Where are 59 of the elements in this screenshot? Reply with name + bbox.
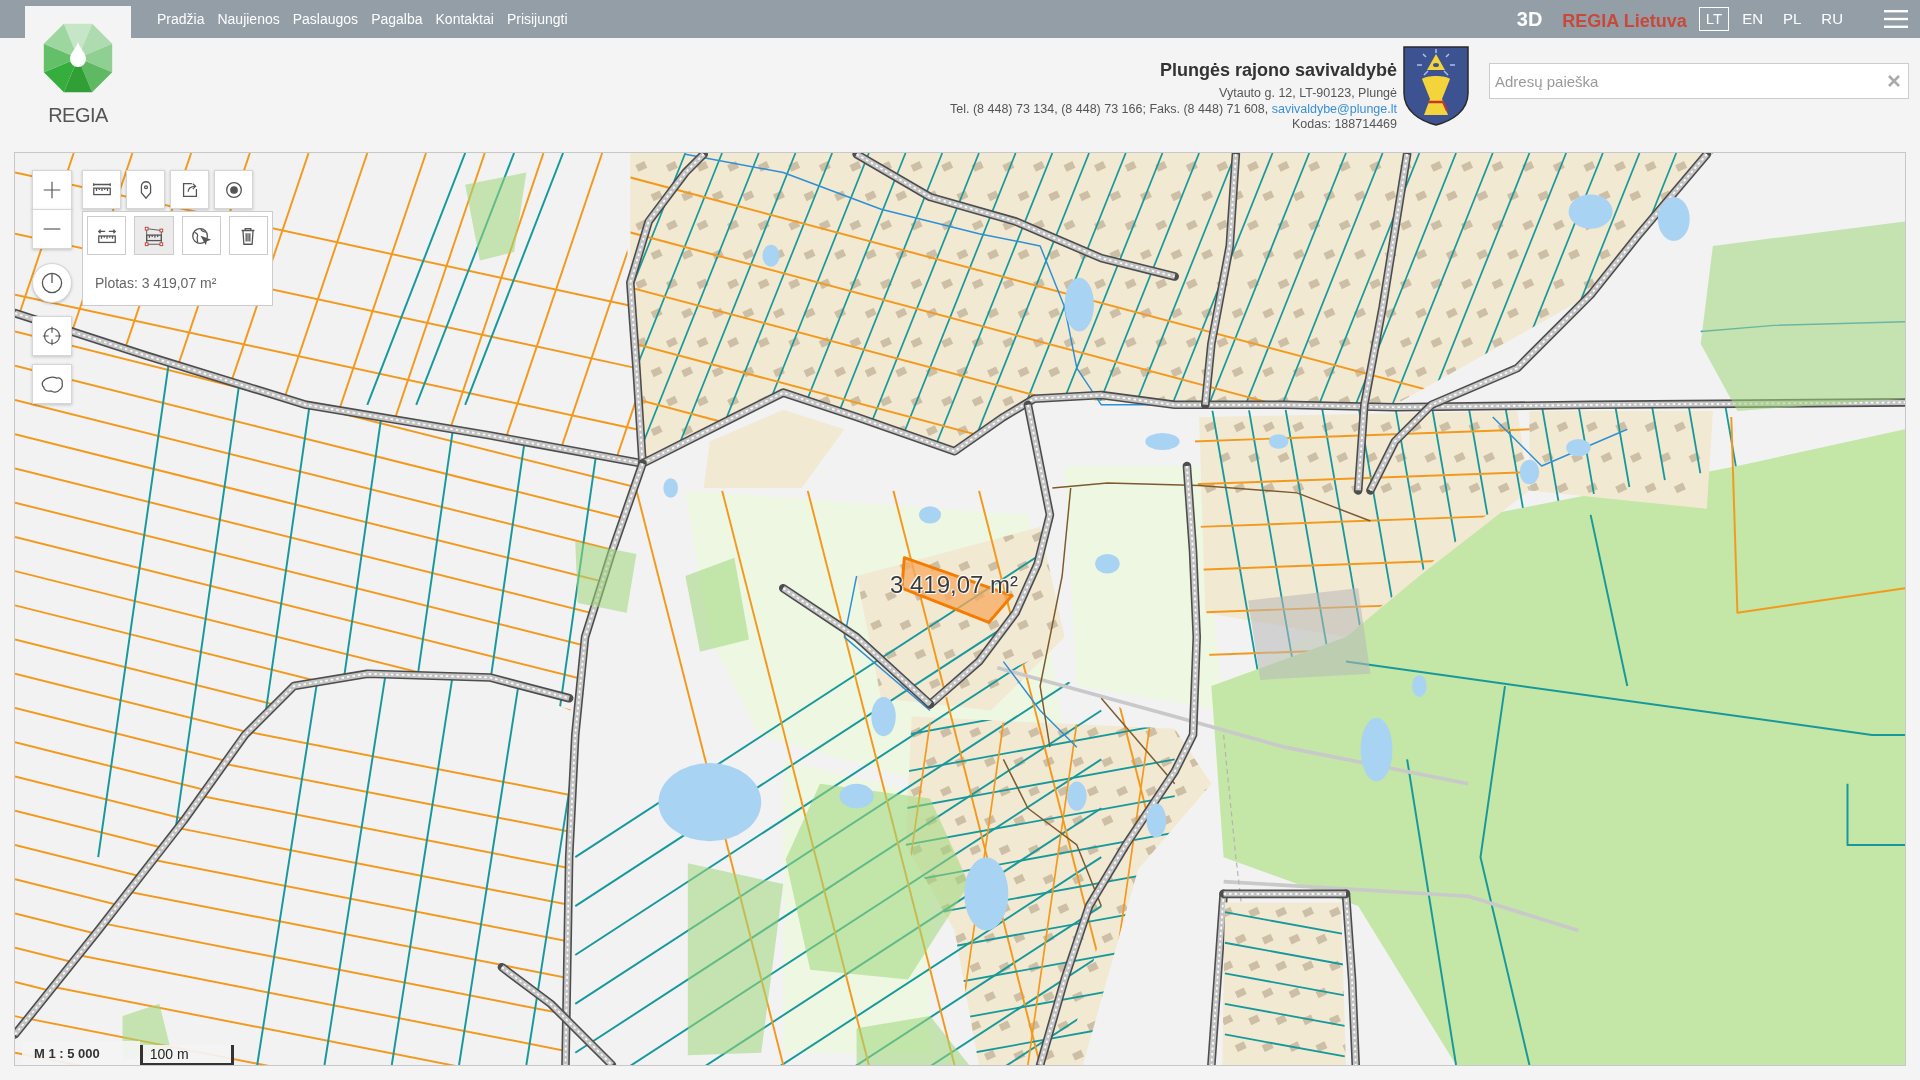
map-tool-button[interactable] [170, 170, 209, 209]
language-option[interactable]: LT [1698, 7, 1730, 31]
pond [871, 697, 896, 737]
pond [1568, 194, 1613, 229]
grass-patch [575, 541, 637, 613]
minus-icon [42, 227, 62, 231]
language-option[interactable]: EN [1735, 7, 1770, 31]
nav-link[interactable]: Kontaktai [435, 11, 494, 27]
pond [1360, 717, 1393, 782]
area-ruler-icon [142, 224, 165, 247]
scale-bar: 100 m [139, 1045, 234, 1065]
country-outline-icon [41, 374, 63, 394]
nav-link[interactable]: Pradžia [157, 11, 205, 27]
pond [839, 783, 874, 809]
pond [1519, 459, 1540, 485]
menu-icon[interactable] [1884, 9, 1908, 29]
coat-of-arms-icon [1402, 45, 1470, 127]
pond [1412, 675, 1427, 697]
country-extent-button[interactable] [32, 364, 72, 404]
language-option[interactable]: PL [1775, 7, 1809, 31]
pond [762, 244, 780, 267]
pond [1095, 554, 1120, 574]
logo-text: REGIA [48, 104, 108, 126]
pond [1064, 277, 1094, 332]
map-tool-button[interactable] [82, 170, 121, 209]
pond [1067, 781, 1087, 811]
nav-link[interactable]: Prisijungti [506, 11, 568, 27]
dial-icon [41, 272, 63, 294]
area-result-text: Plotas: 3 419,07 m² [94, 274, 218, 293]
view-3d-button[interactable]: 3D [1516, 7, 1543, 31]
contact-text: Tel. (8 448) 73 134, (8 448) 73 166; Faks. (8 448) 71 608, savivaldybe@plunge.lt [950, 101, 1397, 117]
pond [1145, 432, 1180, 451]
measure-tool-button[interactable] [228, 216, 268, 255]
measure-tool-button[interactable] [134, 216, 174, 255]
language-option[interactable]: RU [1814, 7, 1850, 31]
scale-ratio-text: M 1 : 5 000 [22, 1041, 140, 1065]
email-link[interactable]: savivaldybe@plunge.lt [1271, 101, 1397, 116]
pond [663, 478, 679, 498]
nav-link[interactable]: Naujienos [217, 11, 280, 27]
nav-link[interactable]: Paslaugos [292, 11, 359, 27]
pond [919, 506, 942, 524]
nav-link[interactable]: Pagalba [371, 11, 423, 27]
crosshair-icon [42, 326, 62, 346]
measure-tool-button[interactable] [87, 216, 127, 255]
municipality-name: Plungės rajono savivaldybė [1158, 59, 1397, 81]
map-tool-button[interactable] [126, 170, 165, 209]
pond [1268, 434, 1289, 449]
pond [1146, 803, 1167, 838]
measure-tool-button[interactable] [181, 216, 221, 255]
search-field[interactable]: Adresų paieška [1489, 63, 1909, 99]
address-text: Vytauto g. 12, LT-90123, Plungė [1218, 86, 1397, 102]
plus-icon [42, 180, 62, 200]
locate-button[interactable] [32, 316, 72, 356]
map-tool-button[interactable] [214, 170, 253, 209]
pond [1566, 439, 1591, 457]
brand-link[interactable]: REGIA Lietuva [1562, 10, 1687, 32]
company-code-text: Kodas: 188714469 [1291, 117, 1397, 133]
pond [1657, 197, 1690, 241]
octagon-drop-icon [41, 21, 115, 95]
